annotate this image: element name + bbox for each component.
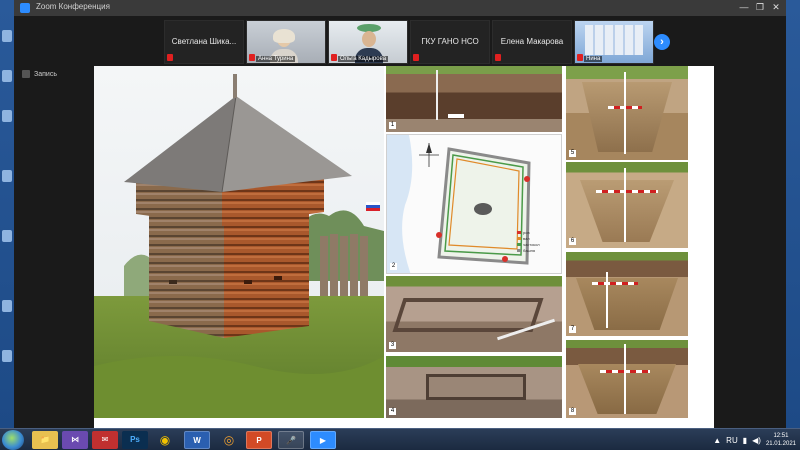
zoom-icon[interactable]: ▶ [310, 431, 336, 449]
desktop-shortcut-icon[interactable] [2, 70, 12, 82]
excavation-profile-8: 8 [566, 340, 688, 418]
microphone-icon[interactable]: 🎤 [278, 431, 304, 449]
map-legend-item: башня [523, 248, 535, 253]
participant-caption: Нина [584, 56, 603, 62]
participant-tile[interactable]: Елена Макарова [492, 20, 572, 64]
muted-mic-icon [413, 54, 419, 61]
start-button[interactable] [2, 430, 24, 450]
participant-name: Светлана Шика... [171, 37, 237, 46]
shared-screen: 1 ров вал частокол башня 2 3 4 5 6 7 8 [94, 66, 714, 428]
recording-indicator: Запись [22, 70, 57, 78]
clock-date: 21.01.2021 [765, 441, 796, 447]
participant-name: ГКУ ГАНО НСО [421, 37, 479, 46]
maximize-button[interactable]: ❐ [752, 2, 768, 13]
screen: Zoom Конференция — ❐ ✕ Светлана Шика... … [0, 0, 800, 450]
participant-video-tile[interactable]: Анна Турина [246, 20, 326, 64]
participant-video-tile[interactable]: Ольга Кадырова [328, 20, 408, 64]
zoom-logo-icon [20, 3, 30, 13]
fortress-plan-map: ров вал частокол башня 2 [386, 134, 562, 274]
wooden-tower-photo [94, 66, 384, 418]
word-icon[interactable]: W [184, 431, 210, 449]
desktop-shortcut-icon[interactable] [2, 300, 12, 312]
clock-time: 12:51 [773, 433, 789, 439]
desktop-edge-right [786, 0, 800, 428]
clock[interactable]: 12:51 21.01.2021 [766, 432, 796, 448]
windows-taskbar: 📁 ⋈ ✉ Ps ◉ W ◎ P 🎤 ▶ ▲ RU ▮ ◀) 12:51 21.… [0, 428, 800, 450]
muted-mic-icon [577, 54, 583, 61]
unknown-app-icon[interactable]: ◎ [216, 431, 242, 449]
desktop-shortcut-icon[interactable] [2, 30, 12, 42]
network-icon[interactable]: ▮ [743, 436, 747, 445]
participant-strip: Светлана Шика... Анна Турина Ольга Кадыр… [164, 20, 654, 64]
excavation-photo-4: 4 [386, 356, 562, 418]
map-legend-item: ров [523, 230, 530, 235]
tray-expand-icon[interactable]: ▲ [713, 436, 721, 445]
muted-mic-icon [495, 54, 501, 61]
excavation-photo-3: 3 [386, 276, 562, 352]
desktop-shortcut-icon[interactable] [2, 230, 12, 242]
excavation-profile-5: 5 [566, 66, 688, 160]
participant-caption: Анна Турина [256, 56, 296, 62]
map-legend-item: вал [523, 236, 530, 241]
desktop-edge-left [0, 0, 14, 428]
system-tray: ▲ RU ▮ ◀) 12:51 21.01.2021 [713, 431, 796, 449]
muted-mic-icon [167, 54, 173, 61]
participant-name: Елена Макарова [500, 37, 564, 46]
volume-icon[interactable]: ◀) [752, 436, 761, 445]
excavation-photo-1: 1 [386, 66, 562, 132]
map-legend-item: частокол [523, 242, 540, 247]
recording-label: Запись [34, 70, 57, 78]
participant-caption: Ольга Кадырова [338, 56, 389, 62]
excavation-profile-7: 7 [566, 252, 688, 336]
muted-mic-icon [249, 54, 255, 61]
zoom-titlebar[interactable]: Zoom Конференция — ❐ ✕ [14, 0, 786, 16]
language-indicator[interactable]: RU [726, 436, 738, 445]
chrome-icon[interactable]: ◉ [152, 431, 178, 449]
desktop-shortcut-icon[interactable] [2, 350, 12, 362]
muted-mic-icon [331, 54, 337, 61]
participant-tile[interactable]: Светлана Шика... [164, 20, 244, 64]
close-button[interactable]: ✕ [768, 2, 784, 13]
zoom-meeting-area: Светлана Шика... Анна Турина Ольга Кадыр… [14, 16, 786, 428]
excavation-profile-6: 6 [566, 162, 688, 248]
visual-studio-icon[interactable]: ⋈ [62, 431, 88, 449]
chevron-right-icon[interactable]: › [654, 34, 670, 50]
record-icon [22, 70, 30, 78]
desktop-shortcut-icon[interactable] [2, 110, 12, 122]
minimize-button[interactable]: — [736, 2, 752, 12]
participant-tile[interactable]: ГКУ ГАНО НСО [410, 20, 490, 64]
powerpoint-icon[interactable]: P [246, 431, 272, 449]
mail-icon[interactable]: ✉ [92, 431, 118, 449]
folder-icon[interactable]: 📁 [32, 431, 58, 449]
desktop-shortcut-icon[interactable] [2, 170, 12, 182]
window-title: Zoom Конференция [36, 2, 110, 11]
photoshop-icon[interactable]: Ps [122, 431, 148, 449]
participant-video-tile[interactable]: Нина [574, 20, 654, 64]
